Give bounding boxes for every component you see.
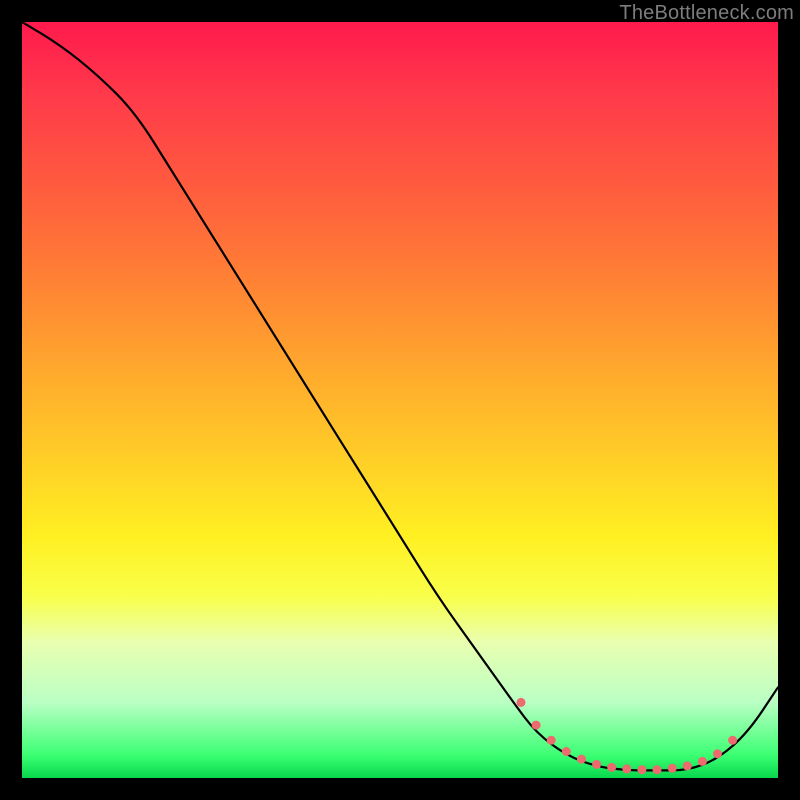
valley-dot (668, 764, 677, 773)
valley-dot (653, 765, 662, 774)
valley-dot (713, 749, 722, 758)
chart-svg-layer (22, 22, 778, 778)
chart-stage: TheBottleneck.com (0, 0, 800, 800)
valley-dot (683, 761, 692, 770)
valley-dot (698, 757, 707, 766)
bottleneck-curve-path (22, 22, 778, 770)
valley-dots-group (517, 698, 738, 774)
valley-dot (517, 698, 526, 707)
valley-dot (622, 764, 631, 773)
valley-dot (637, 765, 646, 774)
valley-dot (577, 755, 586, 764)
valley-dot (728, 736, 737, 745)
valley-dot (592, 760, 601, 769)
valley-dot (547, 736, 556, 745)
valley-dot (532, 721, 541, 730)
valley-dot (562, 747, 571, 756)
chart-plot-area (22, 22, 778, 778)
valley-dot (607, 763, 616, 772)
watermark-text: TheBottleneck.com (619, 2, 794, 25)
